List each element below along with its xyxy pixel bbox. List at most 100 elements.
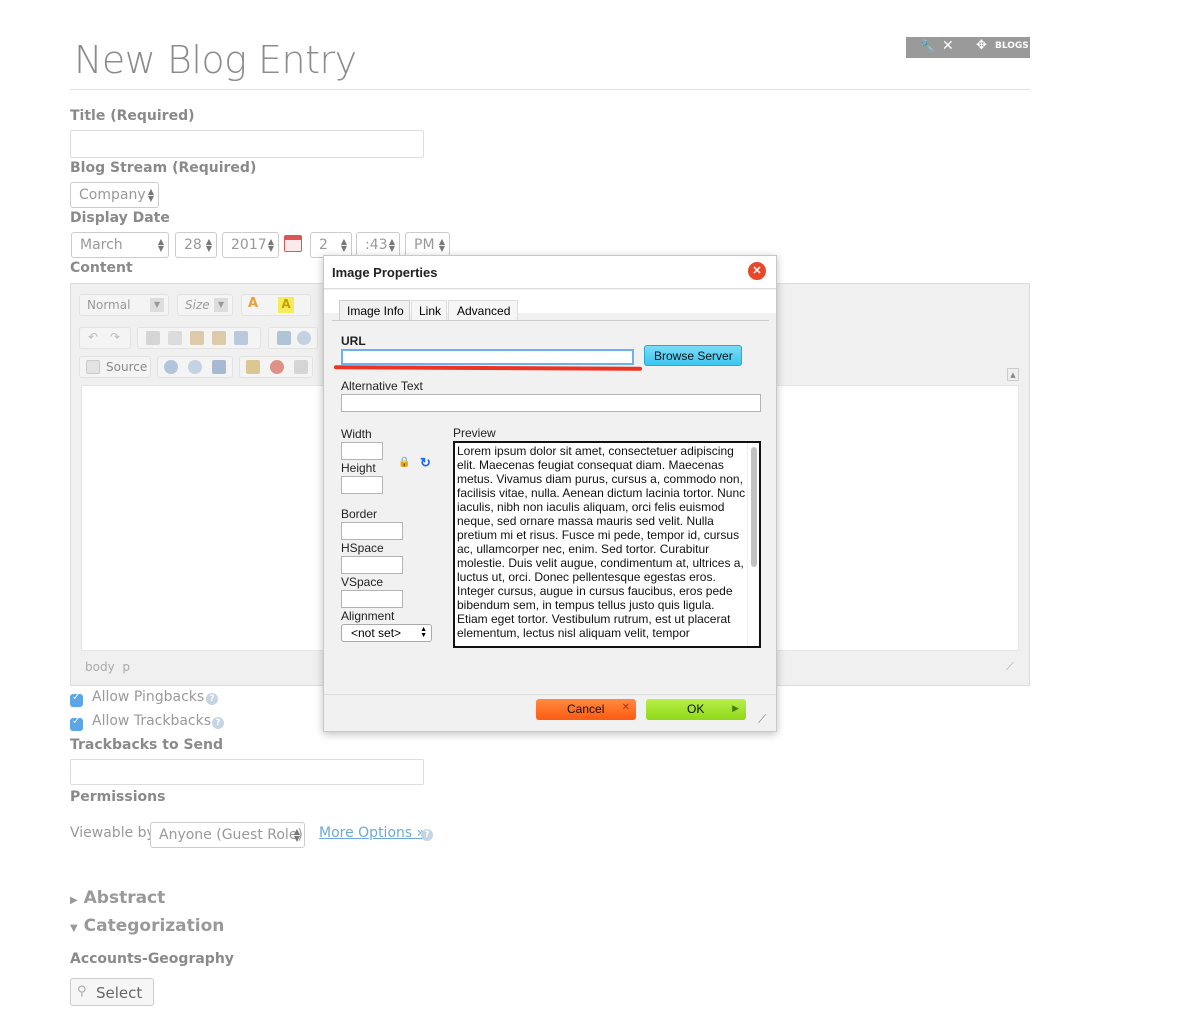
tabs-bottom-line <box>332 320 769 321</box>
text-color-icon[interactable]: A <box>248 296 258 311</box>
width-label: Width <box>341 427 372 441</box>
allow-trackbacks-label: Allow Trackbacks <box>92 713 212 729</box>
dialog-footer-line <box>324 694 776 695</box>
link-group <box>157 356 233 378</box>
help-icon[interactable]: ? <box>206 693 218 705</box>
preview-text: Lorem ipsum dolor sit amet, consectetuer… <box>457 444 746 640</box>
allow-trackbacks-checkbox[interactable] <box>70 716 83 731</box>
help-icon[interactable]: ? <box>212 717 224 729</box>
viewable-by-value: Anyone (Guest Role) <box>159 827 303 843</box>
tab-image-info[interactable]: Image Info <box>339 300 410 321</box>
ok-button[interactable]: OK ▶ <box>646 699 746 720</box>
wrench-icon[interactable]: 🔧 <box>920 39 935 53</box>
hspace-label: HSpace <box>341 541 384 555</box>
table-icon[interactable] <box>294 360 308 374</box>
chevron-right-icon: ▶ <box>732 703 739 713</box>
vspace-input[interactable] <box>341 590 403 608</box>
url-label: URL <box>341 334 366 348</box>
width-input[interactable] <box>341 442 383 460</box>
abstract-label: Abstract <box>83 888 166 908</box>
resize-handle-icon[interactable]: ⟋ <box>1006 660 1014 674</box>
paste-word-icon[interactable] <box>234 331 248 345</box>
scroll-up-icon[interactable]: ▲ <box>1007 368 1019 381</box>
format-combo[interactable]: Normal ▼ <box>79 294 169 316</box>
day-select[interactable]: 28 ▲ ▼ <box>175 232 217 258</box>
year-select[interactable]: 2017 ▲ ▼ <box>222 232 279 258</box>
redo-icon[interactable]: ↷ <box>110 330 120 344</box>
vspace-label: VSpace <box>341 575 384 589</box>
format-value: Normal <box>87 298 131 312</box>
tab-link[interactable]: Link <box>411 300 447 320</box>
viewable-by-select[interactable]: Anyone (Guest Role) ▲ ▼ <box>150 822 305 848</box>
image-icon[interactable] <box>246 360 260 374</box>
status-path-p[interactable]: p <box>122 660 130 674</box>
allow-pingbacks-label: Allow Pingbacks <box>92 689 205 705</box>
content-label: Content <box>70 260 133 276</box>
paste-icon[interactable] <box>190 331 204 345</box>
tab-link-label: Link <box>419 304 442 318</box>
link-icon[interactable] <box>164 360 178 374</box>
alignment-select[interactable]: <not set> ▲ ▼ <box>341 624 432 642</box>
select-arrows-icon: ▲ ▼ <box>388 237 395 253</box>
bg-color-icon[interactable]: A <box>278 297 294 313</box>
status-path-body[interactable]: body <box>85 660 115 674</box>
browse-server-button[interactable]: Browse Server <box>644 345 742 366</box>
select-arrows-icon: ▲ ▼ <box>147 187 154 203</box>
preview-label: Preview <box>453 426 496 440</box>
anchor-flag-icon[interactable] <box>212 360 226 374</box>
day-value: 28 <box>184 237 202 253</box>
border-input[interactable] <box>341 522 403 540</box>
close-icon[interactable]: ✕ <box>748 262 766 280</box>
hspace-input[interactable] <box>341 556 403 574</box>
trackbacks-input[interactable] <box>70 759 424 785</box>
ampm-value: PM <box>414 237 435 253</box>
select-clear-group <box>268 327 318 349</box>
chevron-down-icon: ▼ <box>214 298 228 312</box>
tab-advanced[interactable]: Advanced <box>448 300 518 320</box>
height-label: Height <box>341 461 376 475</box>
reset-size-icon[interactable]: ↻ <box>420 455 431 471</box>
dialog-resize-handle-icon[interactable]: ⟋ <box>758 712 766 727</box>
cancel-button[interactable]: Cancel ✕ <box>536 699 636 720</box>
select-arrows-icon: ▲ ▼ <box>267 237 274 253</box>
copy-icon[interactable] <box>168 331 182 345</box>
dialog-header: Image Properties ✕ <box>324 256 776 289</box>
source-button[interactable]: Source <box>79 356 151 378</box>
close-icon[interactable]: ✕ <box>942 38 954 54</box>
url-highlight-annotation <box>333 365 643 371</box>
display-date-label: Display Date <box>70 210 170 226</box>
flash-icon[interactable] <box>270 360 284 374</box>
month-select[interactable]: March ▲ ▼ <box>71 232 169 258</box>
help-icon[interactable]: ? <box>421 829 433 841</box>
url-input[interactable] <box>341 349 634 365</box>
allow-pingbacks-checkbox[interactable] <box>70 692 83 707</box>
tab-image-info-label: Image Info <box>347 304 404 318</box>
year-value: 2017 <box>231 237 267 253</box>
categorization-toggle[interactable]: ▼ Categorization <box>70 916 224 936</box>
preview-box: Lorem ipsum dolor sit amet, consectetuer… <box>453 441 761 648</box>
height-input[interactable] <box>341 476 383 494</box>
caret-right-icon: ▶ <box>70 895 78 906</box>
paste-text-icon[interactable] <box>212 331 226 345</box>
minute-value: :43 <box>365 237 388 253</box>
move-icon[interactable]: ✥ <box>976 38 987 53</box>
cut-icon[interactable] <box>146 331 160 345</box>
size-combo[interactable]: Size ▼ <box>177 294 233 316</box>
more-options-link[interactable]: More Options » <box>319 825 425 841</box>
blog-stream-select[interactable]: Company ▲ ▼ <box>70 182 159 208</box>
undo-icon[interactable]: ↶ <box>88 330 98 344</box>
lock-ratio-icon[interactable]: 🔒 <box>398 457 410 468</box>
remove-format-icon[interactable] <box>297 331 311 345</box>
select-button[interactable]: ⚲ Select <box>70 978 154 1006</box>
unlink-icon[interactable] <box>188 360 202 374</box>
abstract-toggle[interactable]: ▶ Abstract <box>70 888 165 908</box>
title-input[interactable] <box>70 130 424 158</box>
preview-scrollbar[interactable] <box>747 443 759 646</box>
calendar-icon[interactable] <box>284 235 302 252</box>
categorization-label: Categorization <box>83 916 225 936</box>
alt-text-input[interactable] <box>341 394 761 412</box>
select-all-icon[interactable] <box>277 331 291 345</box>
close-icon: ✕ <box>621 702 630 713</box>
status-path: body p <box>85 660 130 674</box>
blog-stream-label: Blog Stream (Required) <box>70 160 257 176</box>
